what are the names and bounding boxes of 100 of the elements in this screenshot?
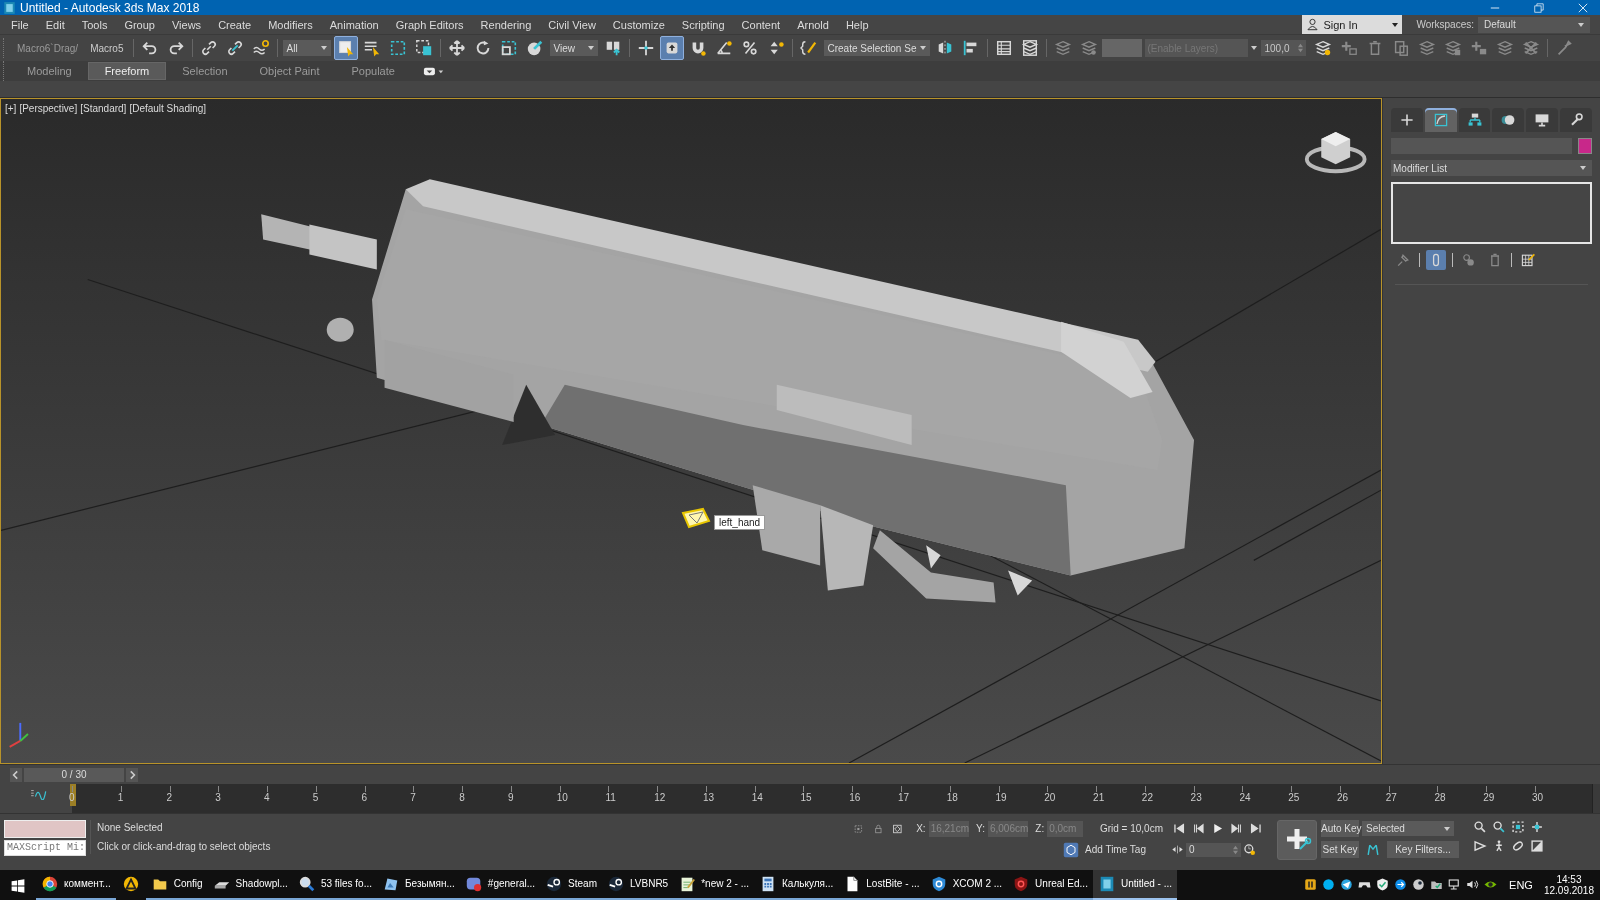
taskbar-button[interactable]: Shadowpl... xyxy=(207,869,293,900)
macro-button[interactable]: Macro6`Drag/ xyxy=(11,42,85,54)
utilities-tab[interactable] xyxy=(1560,108,1592,133)
menu-item[interactable]: Customize xyxy=(606,18,676,31)
viewcube-drawing[interactable] xyxy=(1304,132,1367,174)
time-configuration-icon[interactable] xyxy=(1243,843,1256,857)
create-tab[interactable] xyxy=(1391,108,1423,133)
toolbar-dropdown[interactable]: View xyxy=(549,40,598,57)
menu-item[interactable]: Tools xyxy=(75,18,119,31)
round-logo-icon[interactable] xyxy=(545,874,564,893)
rifle-model-drawing[interactable] xyxy=(261,179,1195,603)
menu-item[interactable]: Group xyxy=(118,18,166,31)
zoom-extents-all-icon[interactable] xyxy=(1530,819,1544,834)
taskbar-button[interactable]: Untitled - ... xyxy=(1092,869,1178,900)
current-frame-field[interactable]: 0 xyxy=(1186,842,1241,857)
maximize-toggle-icon[interactable] xyxy=(1530,838,1544,853)
menu-item[interactable]: Modifiers xyxy=(262,18,324,31)
key-selection-dropdown[interactable]: Selected xyxy=(1362,821,1454,837)
taskbar-button[interactable]: XCOM 2 ... xyxy=(924,869,1008,900)
menu-item[interactable]: File xyxy=(0,18,40,31)
modifier-list-dropdown[interactable]: Modifier List xyxy=(1391,160,1592,177)
menu-item[interactable]: Graph Editors xyxy=(389,18,475,31)
clock-date[interactable]: 12.09.2018 xyxy=(1543,884,1594,896)
taskbar-button[interactable]: LVBNR5 xyxy=(602,869,674,900)
hierarchy-icon[interactable] xyxy=(1466,112,1483,129)
language-indicator[interactable]: ENG xyxy=(1509,878,1533,891)
display-tab[interactable] xyxy=(1526,108,1559,133)
taskbar-button[interactable]: Steam xyxy=(540,869,602,900)
curve-editor-icon[interactable] xyxy=(28,788,48,801)
sign-in-button[interactable]: Sign In xyxy=(1302,15,1403,35)
menu-item[interactable]: Edit xyxy=(39,18,76,31)
globe-icon[interactable] xyxy=(41,874,59,893)
zoom-all-icon[interactable] xyxy=(1492,819,1506,834)
tag-icon[interactable] xyxy=(1063,841,1079,858)
ribbon-tab[interactable]: Selection xyxy=(166,63,244,79)
spinner-field[interactable]: 100,0 xyxy=(1261,40,1307,57)
remote-icon[interactable] xyxy=(1393,877,1409,893)
menu-item[interactable]: Rendering xyxy=(474,18,543,31)
magnifier-icon[interactable] xyxy=(297,874,316,893)
taskbar-button[interactable]: Калькуля... xyxy=(754,869,839,900)
taskbar-button[interactable]: LostBite - ... xyxy=(838,869,925,900)
menu-item[interactable]: Civil View xyxy=(542,18,607,31)
object-color-swatch[interactable] xyxy=(1578,138,1592,155)
user-icon[interactable] xyxy=(1306,18,1320,32)
modify-icon[interactable] xyxy=(1432,112,1449,129)
windows-start-icon[interactable] xyxy=(10,877,26,894)
ribbon-tab[interactable]: Modeling xyxy=(11,63,88,79)
paper-plane-icon[interactable] xyxy=(1339,877,1355,893)
menu-item[interactable]: Create xyxy=(212,18,263,31)
taskbar-button[interactable]: #general... xyxy=(459,869,541,900)
round-logo-icon[interactable] xyxy=(1411,877,1427,893)
taskbar-button[interactable]: Unreal Ed... xyxy=(1007,869,1093,900)
set-key-button[interactable]: Set Key xyxy=(1321,841,1359,859)
taskbar-button[interactable]: Config xyxy=(145,869,208,900)
field-of-view-icon[interactable] xyxy=(1473,838,1487,853)
taskbar-button[interactable]: Безымян... xyxy=(377,869,460,900)
triangle-icon[interactable] xyxy=(121,874,140,893)
workspaces-dropdown[interactable]: Default xyxy=(1478,16,1590,33)
menu-item[interactable]: Scripting xyxy=(675,18,736,31)
clock-time[interactable]: 14:53 xyxy=(1556,873,1582,885)
taskbar-button[interactable]: 53 files fo... xyxy=(292,869,377,900)
motion-tab[interactable] xyxy=(1492,108,1525,133)
ribbon-tab[interactable]: Freeform xyxy=(87,62,167,80)
helper-object-icon[interactable] xyxy=(681,507,711,530)
viewport-label-menu[interactable]: [Default Shading] xyxy=(129,103,207,115)
layer-swatch[interactable] xyxy=(1102,39,1143,58)
zoom-extents-icon[interactable] xyxy=(1511,819,1525,834)
taskbar-button[interactable]: коммент... xyxy=(36,869,116,900)
toolbar-dropdown[interactable]: Create Selection Se xyxy=(823,40,931,57)
taskbar-button[interactable]: *new 2 - ... xyxy=(673,869,754,900)
menu-item[interactable]: Animation xyxy=(323,18,390,31)
hierarchy-tab[interactable] xyxy=(1458,108,1491,133)
zoom-icon[interactable] xyxy=(1473,819,1487,834)
ribbon-tab[interactable]: Object Paint xyxy=(243,63,336,79)
restore-icon[interactable] xyxy=(1532,0,1546,15)
dropdown-arrow-icon[interactable] xyxy=(1251,46,1258,51)
viewport-label-menu[interactable]: [Perspective] xyxy=(19,103,78,115)
ribbon-tab[interactable]: Populate xyxy=(335,63,411,79)
shield-check-icon[interactable] xyxy=(1375,877,1391,893)
modify-tab[interactable] xyxy=(1424,108,1457,133)
display-icon[interactable] xyxy=(1534,112,1551,129)
round-logo-icon[interactable] xyxy=(607,874,625,893)
menu-item[interactable]: Arnold xyxy=(791,18,840,31)
menu-item[interactable]: Content xyxy=(735,18,792,31)
orbit-icon[interactable] xyxy=(1511,838,1525,853)
time-slider-thumb[interactable]: 0 / 30 xyxy=(24,767,124,782)
app-logo-icon[interactable] xyxy=(3,0,16,15)
add-time-tag-button[interactable]: Add Time Tag xyxy=(1063,841,1146,858)
modifier-stack[interactable] xyxy=(1391,182,1592,245)
viewport-label-menu[interactable]: [+] xyxy=(5,103,17,115)
listener-output-field[interactable] xyxy=(4,819,86,838)
menu-item[interactable]: Views xyxy=(165,18,213,31)
maxscript-input-field[interactable]: MAXScript Mi: xyxy=(4,839,86,856)
key-filters-button[interactable]: Key Filters... xyxy=(1387,841,1459,859)
pause-app-icon[interactable] xyxy=(1303,877,1319,893)
create-icon[interactable] xyxy=(1398,112,1415,129)
macro-button[interactable]: Macro5 xyxy=(84,42,130,54)
perspective-viewport[interactable]: [+] [Perspective] [Standard] [Default Shading] left_hand xyxy=(0,98,1382,765)
menu-item[interactable]: Help xyxy=(839,18,880,31)
viewport-label-menu[interactable]: [Standard] xyxy=(80,103,127,115)
